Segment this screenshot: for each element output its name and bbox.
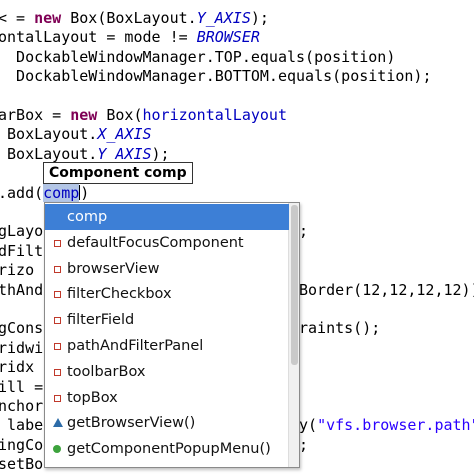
code-token: gLayo bbox=[0, 222, 44, 241]
code-line[interactable]: setBo bbox=[0, 455, 43, 474]
code-line[interactable]: arBox = new Box(horizontalLayout bbox=[0, 106, 287, 125]
code-line[interactable]: ridwi bbox=[0, 339, 43, 358]
code-line[interactable]: ingCo bbox=[0, 436, 43, 455]
completion-item[interactable]: pathAndFilterPanel bbox=[45, 333, 289, 359]
completion-item[interactable]: topBox bbox=[45, 385, 289, 411]
code-token: DockableWindowManager.BOTTOM.equals(posi… bbox=[0, 67, 432, 86]
completion-item[interactable]: filterField bbox=[45, 307, 289, 333]
completion-item-label: toolbarBox bbox=[67, 363, 146, 380]
code-token: ingCo bbox=[0, 435, 44, 454]
code-token: gCons bbox=[0, 319, 44, 338]
code-token: ); bbox=[151, 144, 170, 163]
code-token: rizo bbox=[0, 261, 35, 280]
code-line[interactable]: ill = bbox=[0, 378, 43, 397]
completion-item-label: topBox bbox=[67, 389, 118, 406]
code-token: ontalLayout = mode != bbox=[0, 28, 197, 47]
field-icon bbox=[54, 317, 61, 325]
code-line[interactable]: thAnd bbox=[0, 281, 43, 300]
code-token: < = bbox=[0, 9, 35, 27]
code-line[interactable]: ontalLayout = mode != BROWSER bbox=[0, 28, 260, 47]
code-line[interactable]: DockableWindowManager.TOP.equals(positio… bbox=[0, 48, 395, 67]
code-token: new bbox=[34, 9, 62, 27]
field-icon bbox=[54, 343, 61, 350]
completion-item-label: browserView bbox=[67, 260, 160, 277]
completion-item-label: comp bbox=[67, 209, 108, 225]
code-token: .add( bbox=[0, 183, 44, 202]
completion-item-label: filterCheckbox bbox=[67, 286, 172, 303]
code-line[interactable]: nchor bbox=[0, 397, 43, 416]
code-token: ) bbox=[80, 183, 90, 202]
public-method-icon bbox=[53, 418, 63, 428]
content-assist-popup[interactable]: comp defaultFocusComponent browserView filt… bbox=[44, 202, 300, 468]
parameter-hint-tooltip: Component comp bbox=[43, 162, 193, 184]
code-line[interactable]: DockableWindowManager.BOTTOM.equals(posi… bbox=[0, 67, 431, 86]
completion-item[interactable]: filterCheckbox bbox=[45, 281, 289, 307]
method-icon bbox=[53, 445, 61, 454]
code-line[interactable]: < = new Box(BoxLayout.Y_AXIS); bbox=[0, 9, 269, 28]
code-token: dFilt bbox=[0, 241, 44, 260]
code-token: Box( bbox=[97, 106, 143, 124]
code-line[interactable]: BoxLayout.Y_AXIS); bbox=[0, 145, 170, 164]
completion-item[interactable]: getComponentPopupMenu() bbox=[45, 436, 289, 462]
code-token: setBo bbox=[0, 455, 44, 474]
field-icon bbox=[54, 291, 61, 299]
code-token: new bbox=[70, 106, 98, 124]
code-token: horizontalLayout bbox=[142, 106, 288, 124]
code-token: BoxLayout. bbox=[0, 125, 98, 144]
code-line[interactable]: gLayo bbox=[0, 222, 43, 241]
code-line[interactable]: ridx bbox=[0, 358, 34, 377]
code-token: Box(BoxLayout. bbox=[61, 9, 197, 27]
code-line-tail: y("vfs.browser.path") bbox=[299, 416, 474, 435]
completion-item[interactable]: getBrowserView() bbox=[45, 410, 289, 436]
completion-item-label: defaultFocusComponent bbox=[67, 234, 244, 251]
completion-item-label: getComponentPopupMenu() bbox=[67, 441, 271, 458]
field-icon bbox=[54, 239, 61, 247]
field-icon bbox=[54, 394, 61, 402]
code-line-tail: ; bbox=[299, 435, 309, 454]
code-line[interactable]: dFilt bbox=[0, 242, 43, 261]
code-token: ill = bbox=[0, 377, 44, 396]
local-variable-icon bbox=[53, 213, 61, 221]
code-token: ridwi bbox=[0, 338, 44, 357]
code-line-tail: ; bbox=[299, 222, 309, 241]
code-line[interactable]: gCons bbox=[0, 319, 43, 338]
completion-item-label: getBrowserView() bbox=[67, 415, 196, 432]
code-token: nchor bbox=[0, 397, 44, 415]
code-token: ridx bbox=[0, 358, 35, 377]
code-token: y( bbox=[299, 416, 318, 435]
code-token: DockableWindowManager.TOP.equals(positio… bbox=[0, 47, 396, 66]
code-line[interactable]: BoxLayout.X_AXIS bbox=[0, 125, 152, 144]
code-token: arBox = bbox=[0, 106, 71, 124]
code-token: labe bbox=[0, 416, 44, 435]
code-token: Y_AXIS bbox=[196, 9, 251, 27]
code-token: X_AXIS bbox=[97, 125, 152, 144]
completion-item[interactable]: browserView bbox=[45, 256, 289, 282]
code-token: thAnd bbox=[0, 280, 44, 299]
code-token: BoxLayout. bbox=[0, 144, 98, 163]
code-line[interactable]: labe bbox=[0, 416, 43, 435]
completion-item[interactable]: comp bbox=[45, 204, 289, 230]
string-literal: "vfs.browser.path" bbox=[317, 416, 474, 435]
code-line[interactable]: rizo bbox=[0, 261, 34, 280]
field-icon bbox=[54, 368, 61, 376]
popup-scrollbar-thumb[interactable] bbox=[291, 205, 298, 365]
code-line[interactable]: .add(comp) bbox=[0, 183, 90, 203]
popup-scrollbar[interactable] bbox=[288, 203, 299, 467]
code-line-tail: raints(); bbox=[299, 319, 381, 338]
code-token: comp bbox=[43, 183, 80, 202]
completion-item[interactable]: toolbarBox bbox=[45, 359, 289, 385]
field-icon bbox=[54, 265, 61, 273]
code-token: Y_AXIS bbox=[97, 144, 152, 163]
completion-item-label: pathAndFilterPanel bbox=[67, 338, 204, 354]
code-token: BROWSER bbox=[196, 28, 260, 47]
completion-item-label: filterField bbox=[67, 312, 135, 329]
completion-item[interactable]: defaultFocusComponent bbox=[45, 230, 289, 256]
code-token: ); bbox=[250, 9, 269, 27]
code-line-tail: Border(12,12,12,12)); bbox=[299, 280, 474, 299]
